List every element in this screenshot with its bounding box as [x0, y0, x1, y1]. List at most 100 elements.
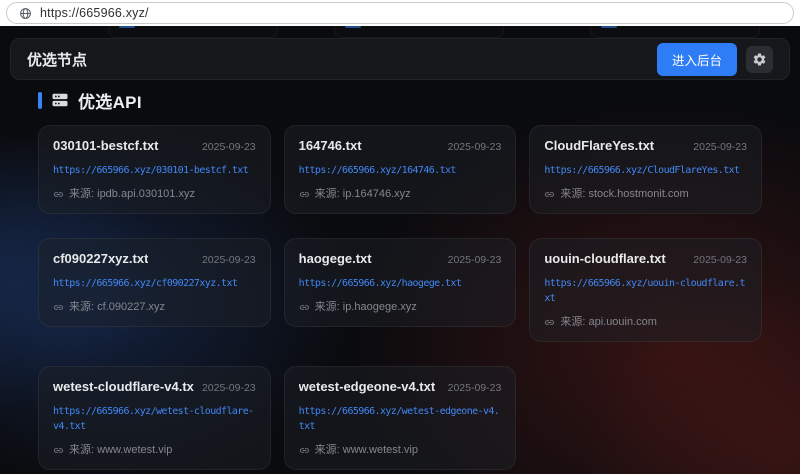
card-url-link[interactable]: https://665966.xyz/wetest-edgeone-v4.txt	[299, 404, 502, 434]
link-icon	[299, 302, 310, 313]
api-card: 164746.txt 2025-09-23 https://665966.xyz…	[284, 125, 517, 214]
link-icon	[299, 445, 310, 456]
card-url-link[interactable]: https://665966.xyz/cf090227xyz.txt	[53, 276, 256, 291]
card-source-text: 来源: stock.hostmonit.com	[560, 187, 688, 201]
section-title: 优选API	[78, 88, 142, 113]
card-source-row: 来源: cf.090227.xyz	[53, 300, 256, 314]
source-domain: ip.haogege.xyz	[343, 301, 417, 313]
card-source-text: 来源: ip.haogege.xyz	[315, 300, 417, 314]
card-filename: wetest-edgeone-v4.txt	[299, 379, 436, 394]
card-source-row: 来源: api.uouin.com	[544, 315, 747, 329]
card-url-link[interactable]: https://665966.xyz/wetest-cloudflare-v4.…	[53, 404, 256, 434]
card-header: wetest-edgeone-v4.txt 2025-09-23	[299, 379, 502, 395]
api-card: uouin-cloudflare.txt 2025-09-23 https://…	[529, 238, 762, 342]
source-domain: api.uouin.com	[588, 316, 657, 328]
card-header: CloudFlareYes.txt 2025-09-23	[544, 138, 747, 154]
card-header: uouin-cloudflare.txt 2025-09-23	[544, 251, 747, 267]
settings-button[interactable]	[746, 46, 773, 73]
card-filename: haogege.txt	[299, 251, 372, 266]
source-prefix: 来源:	[315, 188, 340, 200]
card-source-text: 来源: cf.090227.xyz	[69, 300, 165, 314]
card-filename: 030101-bestcf.txt	[53, 138, 159, 153]
card-source-text: 来源: api.uouin.com	[560, 315, 657, 329]
api-section-header: 优选API	[38, 89, 762, 111]
link-icon	[544, 317, 555, 328]
api-card: wetest-cloudflare-v4.txt 2025-09-23 http…	[38, 366, 271, 470]
card-source-row: 来源: www.wetest.vip	[53, 443, 256, 457]
card-date: 2025-09-23	[693, 141, 747, 153]
source-domain: ipdb.api.030101.xyz	[97, 188, 195, 200]
server-stack-icon	[50, 90, 70, 110]
header-actions: 进入后台	[657, 43, 773, 76]
cutoff-card-remnant	[108, 26, 278, 38]
card-filename: cf090227xyz.txt	[53, 251, 148, 266]
link-icon	[53, 445, 64, 456]
scrolled-off-card-remnants	[0, 26, 800, 38]
source-prefix: 来源:	[315, 301, 340, 313]
card-filename: uouin-cloudflare.txt	[544, 251, 665, 266]
site-info-globe-icon[interactable]	[19, 7, 32, 20]
link-icon	[544, 189, 555, 200]
card-header: wetest-cloudflare-v4.txt 2025-09-23	[53, 379, 256, 395]
card-filename: wetest-cloudflare-v4.txt	[53, 379, 194, 394]
link-icon	[53, 302, 64, 313]
source-prefix: 来源:	[69, 301, 94, 313]
source-prefix: 来源:	[560, 188, 585, 200]
source-domain: cf.090227.xyz	[97, 301, 165, 313]
source-domain: www.wetest.vip	[343, 444, 418, 456]
card-date: 2025-09-23	[202, 141, 256, 153]
gear-icon	[752, 52, 767, 67]
card-date: 2025-09-23	[202, 254, 256, 266]
api-card: CloudFlareYes.txt 2025-09-23 https://665…	[529, 125, 762, 214]
card-source-text: 来源: ipdb.api.030101.xyz	[69, 187, 195, 201]
browser-chrome: https://665966.xyz/	[0, 0, 800, 26]
cutoff-card-remnant	[334, 26, 504, 38]
source-prefix: 来源:	[69, 444, 94, 456]
cutoff-card-remnant	[590, 26, 760, 38]
card-filename: 164746.txt	[299, 138, 362, 153]
source-prefix: 来源:	[560, 316, 585, 328]
source-domain: www.wetest.vip	[97, 444, 172, 456]
card-source-text: 来源: ip.164746.xyz	[315, 187, 411, 201]
card-source-row: 来源: www.wetest.vip	[299, 443, 502, 457]
card-url-link[interactable]: https://665966.xyz/164746.txt	[299, 163, 502, 178]
card-source-row: 来源: ipdb.api.030101.xyz	[53, 187, 256, 201]
source-prefix: 来源:	[315, 444, 340, 456]
address-bar[interactable]: https://665966.xyz/	[6, 2, 794, 24]
url-text[interactable]: https://665966.xyz/	[40, 6, 149, 20]
card-url-link[interactable]: https://665966.xyz/CloudFlareYes.txt	[544, 163, 747, 178]
enter-admin-button[interactable]: 进入后台	[657, 43, 737, 76]
source-domain: stock.hostmonit.com	[588, 188, 688, 200]
card-header: haogege.txt 2025-09-23	[299, 251, 502, 267]
card-url-link[interactable]: https://665966.xyz/haogege.txt	[299, 276, 502, 291]
page-body: 优选节点 进入后台 优选API 030101-bestcf.txt 2025-0…	[0, 26, 800, 474]
api-card: 030101-bestcf.txt 2025-09-23 https://665…	[38, 125, 271, 214]
card-date: 2025-09-23	[448, 254, 502, 266]
card-source-row: 来源: ip.164746.xyz	[299, 187, 502, 201]
card-header: 164746.txt 2025-09-23	[299, 138, 502, 154]
source-prefix: 来源:	[69, 188, 94, 200]
card-url-link[interactable]: https://665966.xyz/030101-bestcf.txt	[53, 163, 256, 178]
source-domain: ip.164746.xyz	[343, 188, 411, 200]
site-header: 优选节点 进入后台	[10, 38, 790, 80]
card-source-row: 来源: ip.haogege.xyz	[299, 300, 502, 314]
card-header: cf090227xyz.txt 2025-09-23	[53, 251, 256, 267]
card-header: 030101-bestcf.txt 2025-09-23	[53, 138, 256, 154]
card-date: 2025-09-23	[693, 254, 747, 266]
accent-bar	[38, 92, 42, 109]
link-icon	[299, 189, 310, 200]
site-title: 优选节点	[27, 49, 87, 70]
card-date: 2025-09-23	[448, 382, 502, 394]
card-url-link[interactable]: https://665966.xyz/uouin-cloudflare.txt	[544, 276, 747, 306]
card-filename: CloudFlareYes.txt	[544, 138, 654, 153]
card-date: 2025-09-23	[202, 382, 256, 394]
card-source-text: 来源: www.wetest.vip	[69, 443, 172, 457]
card-source-row: 来源: stock.hostmonit.com	[544, 187, 747, 201]
link-icon	[53, 189, 64, 200]
api-card: wetest-edgeone-v4.txt 2025-09-23 https:/…	[284, 366, 517, 470]
card-source-text: 来源: www.wetest.vip	[315, 443, 418, 457]
card-date: 2025-09-23	[448, 141, 502, 153]
api-card: haogege.txt 2025-09-23 https://665966.xy…	[284, 238, 517, 327]
api-card-grid: 030101-bestcf.txt 2025-09-23 https://665…	[38, 125, 762, 470]
api-card: cf090227xyz.txt 2025-09-23 https://66596…	[38, 238, 271, 327]
